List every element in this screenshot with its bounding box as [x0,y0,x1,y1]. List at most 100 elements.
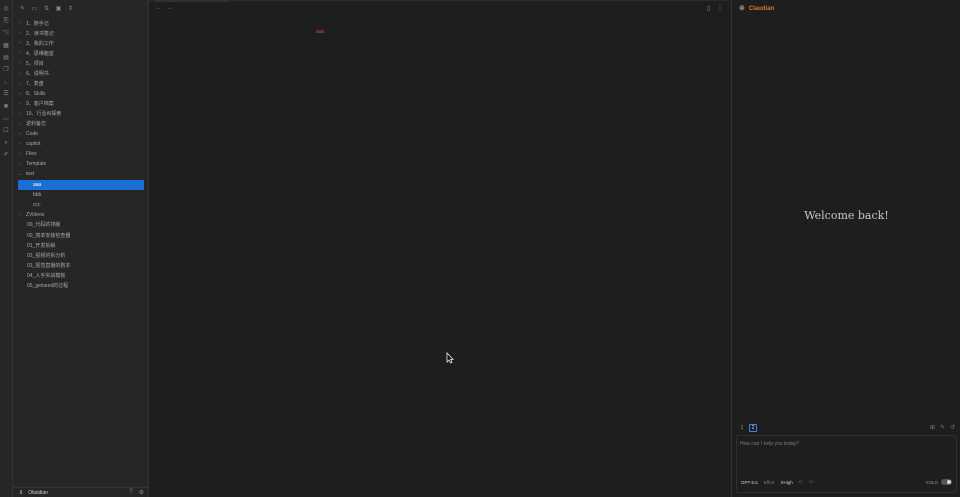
mouse-cursor-icon [446,352,454,364]
calendar-icon[interactable]: ▤ [2,54,10,62]
grid-icon[interactable]: ▦ [2,42,10,50]
tree-file[interactable]: 03_视觉直播的剧本 [18,260,144,270]
settings-icon[interactable]: ⚙ [139,489,144,496]
context-icon[interactable]: ◇ [799,479,803,485]
back-arrow-icon[interactable]: ← [156,5,162,11]
chevron-right-icon: › [19,20,22,27]
tree-folder[interactable]: › 返利备忘 [18,119,144,129]
tree-item-label: 4、思维脑室 [26,50,54,57]
sort-icon[interactable]: ⇅ [43,5,50,12]
tools-icon[interactable]: ✖ [2,103,10,111]
copy-icon[interactable]: ❐ [2,66,10,74]
tree-folder[interactable]: › 7、复盘 [18,79,144,89]
file-tree: › 1、随手记 › 2、读书笔记 › 3、我的工作 › 4、思维脑室 › 5、项目 › 6、说明书 › 7… [18,18,144,291]
chevron-right-icon: › [19,141,22,148]
tree-folder[interactable]: › Code [18,129,144,139]
vault-switcher[interactable]: ⇕ Obsidian [19,490,48,496]
chat-input-box[interactable]: How can I help you today? GPT-5.5 Effort… [736,435,957,493]
tree-folder[interactable]: › 2、读书笔记 [18,28,144,38]
vault-icon: ⇕ [19,489,24,496]
welcome-message: Welcome back! [804,209,889,222]
new-chat-icon[interactable]: ✎ [940,424,945,431]
tree-folder[interactable]: › copilot [18,139,144,149]
collapse-icon[interactable]: ▣ [55,5,62,12]
tree-folder[interactable]: › Files [18,149,144,159]
active-tab[interactable] [155,0,229,2]
reading-mode-icon[interactable]: ▯ [707,5,710,12]
tree-file[interactable]: 01_开发拆解 [18,240,144,250]
tree-item-label: 00_简单安装检查器 [27,232,71,239]
tab-bar [149,0,730,1]
terminal-icon[interactable]: >_ [2,78,10,86]
tree-folder[interactable]: › 9、客户档案 [18,99,144,109]
tree-item-label: 00_代码的排版 [27,222,61,229]
tree-folder[interactable]: › Template [18,159,144,169]
tree-folder[interactable]: › 3、我的工作 [18,38,144,48]
tree-folder[interactable]: › 10、行业AI探索 [18,109,144,119]
tree-item-label: Code [26,131,38,138]
tree-folder[interactable]: › 4、思维脑室 [18,48,144,58]
wand-icon[interactable]: ✐ [2,151,10,159]
chevron-right-icon: › [19,70,22,77]
more-options-icon[interactable]: ⋮ [717,5,723,12]
file-explorer-sidebar: ✎ ▭ ⇅ ▣ ⇕ › 1、随手记 › 2、读书笔记 › 3、我的工作 › 4、思维脑室 › 5、… [13,0,149,497]
tree-item-label: 04_入手实战模板 [27,272,66,279]
chevron-right-icon: › [19,131,22,138]
help-icon[interactable]: ? [129,489,132,496]
effort-selector[interactable]: XHigh [780,480,792,485]
tree-folder[interactable]: › 8、Skills [18,89,144,99]
tree-file[interactable]: 02_视频的拆分析 [18,250,144,260]
new-note-icon[interactable]: ✎ [19,5,26,12]
expand-icon[interactable]: ⇕ [67,5,74,12]
tree-item-label: 返利备忘 [26,121,47,128]
tree-folder[interactable]: › 1、随手记 [18,18,144,28]
chat-tab-2[interactable]: 2 [749,424,757,432]
tree-folder[interactable]: › 5、项目 [18,58,144,68]
tree-folder[interactable]: › 6、说明书 [18,68,144,78]
chevron-right-icon: › [19,110,22,117]
chat-tab-1[interactable]: 1 [738,424,746,432]
tree-file[interactable]: 00_代码的排版 [18,220,144,230]
tree-item-label: 2、读书笔记 [26,30,54,37]
tree-file[interactable]: ccc [18,200,144,210]
tree-file[interactable]: 00_简单安装检查器 [18,230,144,240]
tree-item-label: 05_getseed的过程 [27,282,69,289]
tree-item-label: ZVideos [26,211,45,218]
chevron-right-icon: › [19,211,22,218]
chat-title: Claudian [748,5,775,12]
model-selector[interactable]: GPT-5.5 [741,480,758,485]
tree-item-label: 01_开发拆解 [27,242,56,249]
forward-arrow-icon[interactable]: → [167,5,173,11]
chevron-right-icon: › [19,161,22,168]
list-icon[interactable]: ☰ [2,90,10,98]
bot-icon[interactable]: ☐ [2,127,10,135]
history-icon[interactable]: ↺ [950,424,955,431]
search-icon[interactable]: ⌕ [2,139,10,147]
chevron-right-icon: › [19,151,22,158]
tree-file[interactable]: 05_getseed的过程 [18,280,144,290]
tree-file[interactable]: 04_入手实战模板 [18,270,144,280]
compass-icon[interactable]: ◎ [2,5,10,13]
chevron-right-icon: › [19,50,22,57]
effort-label: Effort [763,479,775,485]
attach-folder-icon[interactable]: ▭ [809,479,814,485]
new-folder-icon[interactable]: ▭ [31,5,38,12]
editor-pane: ← → ▯ ⋮ aaa [149,0,730,497]
chat-input-placeholder: How can I help you today? [740,441,799,447]
tree-folder[interactable]: ⌄ test [18,169,144,179]
tree-folder[interactable]: › ZVideos [18,210,144,220]
tree-file[interactable]: bbb [18,190,144,200]
chevron-right-icon: › [19,30,22,37]
yolo-toggle[interactable] [941,479,952,485]
tree-file[interactable]: aaa [18,179,144,190]
graph-icon[interactable]: ⌥ [2,29,10,37]
code-icon[interactable]: </> [2,115,10,123]
tree-item-label: 02_视频的拆分析 [27,252,66,259]
tree-item-label: 3、我的工作 [26,40,54,47]
file-search-icon[interactable]: ⎘ [2,17,10,25]
sidebar-footer: ⇕ Obsidian ? ⚙ [13,487,149,497]
note-content[interactable]: aaa [316,29,324,35]
new-tab-icon[interactable]: ⊞ [930,424,935,431]
ribbon: ◎ ⎘ ⌥ ▦ ▤ ❐ >_ ☰ ✖ </> ☐ ⌕ ✐ [0,0,13,497]
chevron-right-icon: › [19,90,22,97]
